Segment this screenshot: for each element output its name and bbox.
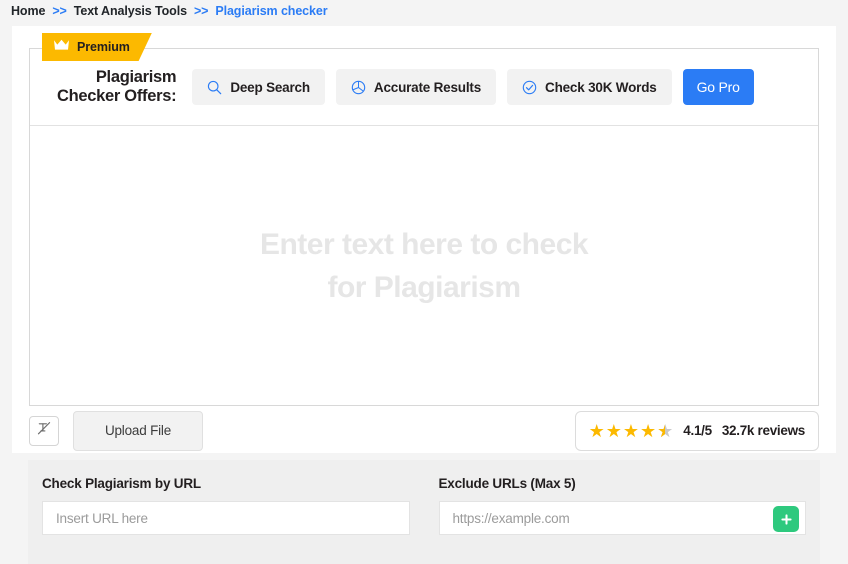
- star-icon: ★: [588, 420, 605, 441]
- premium-label: Premium: [77, 40, 130, 54]
- feature-chip-accurate-results[interactable]: Accurate Results: [335, 69, 497, 105]
- rating-score: 4.1/5: [683, 423, 712, 438]
- add-exclude-url-button[interactable]: [773, 506, 799, 532]
- pie-chart-icon: [351, 80, 366, 95]
- exclude-urls-label: Exclude URLs (Max 5): [438, 476, 576, 491]
- feature-chip-label: Deep Search: [230, 79, 310, 95]
- breadcrumb-item-plagiarism-checker: Plagiarism checker: [215, 3, 328, 18]
- exclude-urls-field[interactable]: [438, 501, 806, 535]
- star-icon: ★: [605, 420, 622, 441]
- feature-chip-label: Accurate Results: [373, 79, 482, 95]
- check-by-url-label: Check Plagiarism by URL: [42, 476, 201, 491]
- check-circle-icon: [522, 80, 537, 95]
- text-format-icon: [36, 420, 53, 442]
- plus-icon: [780, 513, 793, 526]
- editor-panel: Plagiarism Checker Offers: Deep Search A…: [29, 48, 819, 406]
- upload-file-button[interactable]: Upload File: [73, 410, 203, 451]
- go-pro-button[interactable]: Go Pro: [682, 69, 754, 105]
- breadcrumb-item-text-analysis-tools[interactable]: Text Analysis Tools: [74, 4, 187, 18]
- feature-chip-deep-search[interactable]: Deep Search: [192, 69, 325, 105]
- star-icon: ★: [622, 420, 640, 441]
- star-icon: ★: [640, 420, 657, 441]
- exclude-urls-group: Exclude URLs (Max 5): [438, 476, 806, 564]
- crown-icon: [53, 38, 70, 56]
- plagiarism-text-input[interactable]: Enter text here to check for Plagiarism: [30, 126, 818, 405]
- check-by-url-input[interactable]: [43, 502, 409, 534]
- star-rating: ★ ★ ★ ★ ★: [589, 422, 674, 440]
- premium-badge[interactable]: Premium: [42, 33, 152, 61]
- breadcrumb-item-home[interactable]: Home: [11, 4, 45, 18]
- feature-chip-label: Check 30K Words: [545, 79, 657, 95]
- breadcrumb: Home >> Text Analysis Tools >> Plagiaris…: [0, 0, 848, 21]
- check-by-url-group: Check Plagiarism by URL: [42, 476, 410, 564]
- text-format-button[interactable]: [29, 415, 59, 446]
- editor-placeholder: Enter text here to check for Plagiarism: [259, 227, 589, 304]
- offers-title: Plagiarism Checker Offers:: [57, 68, 177, 105]
- exclude-urls-input[interactable]: [439, 502, 805, 534]
- feature-chip-check-30k-words[interactable]: Check 30K Words: [507, 69, 672, 105]
- breadcrumb-separator: >>: [52, 3, 67, 18]
- rating-reviews-count: 32.7k reviews: [721, 423, 805, 438]
- check-by-url-field[interactable]: [42, 501, 410, 535]
- url-options-panel: Check Plagiarism by URL Exclude URLs (Ma…: [28, 460, 820, 564]
- star-half-icon: ★: [657, 422, 673, 440]
- editor-toolbar: Upload File ★ ★ ★ ★ ★ 4.1/5 32.7k review…: [29, 408, 819, 453]
- breadcrumb-separator: >>: [193, 3, 209, 18]
- rating-widget: ★ ★ ★ ★ ★ 4.1/5 32.7k reviews: [574, 410, 819, 451]
- plagiarism-checker-card: Premium Plagiarism Checker Offers: Deep …: [12, 26, 836, 453]
- magnifier-icon: [207, 80, 222, 95]
- offers-row: Plagiarism Checker Offers: Deep Search A…: [30, 49, 818, 126]
